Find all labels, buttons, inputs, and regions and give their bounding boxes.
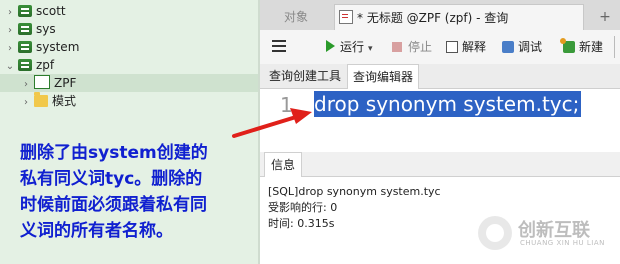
debug-button[interactable]: 调试 — [502, 37, 542, 57]
annotation-line: 义词的所有者名称。 — [20, 221, 173, 241]
tab-info[interactable]: 信息 — [264, 152, 303, 177]
watermark-logo-icon — [478, 216, 512, 250]
annotation-text: 删除了由system创建的 私有同义词tyc。删除的 时候前面必须跟着私有同 义… — [20, 140, 260, 244]
tree-item-zpf[interactable]: ⌄ zpf — [4, 56, 54, 74]
annotation-line: 删除了由system创建的 — [20, 143, 208, 163]
selected-sql-text[interactable]: drop synonym system.tyc; — [314, 91, 582, 117]
database-icon — [18, 23, 32, 35]
tab-objects[interactable]: 对象 — [260, 4, 332, 30]
tab-query-label: * 无标题 @ZPF (zpf) - 查询 — [357, 11, 509, 25]
debug-icon — [502, 41, 514, 53]
tree-item-system[interactable]: › system — [4, 38, 79, 56]
tree-item-label: ZPF — [54, 76, 77, 90]
sql-editor[interactable]: 1 drop synonym system.tyc; — [260, 89, 620, 152]
tab-query-builder[interactable]: 查询创建工具 — [264, 64, 346, 88]
run-label: 运行 — [340, 40, 365, 54]
hamburger-icon — [272, 50, 286, 52]
navigator-tree: › scott › sys › system ⌄ zpf › ZPF › 模式 删除了由sy… — [0, 0, 258, 264]
tree-item-zpf-schema[interactable]: › ZPF — [20, 74, 76, 92]
explain-button[interactable]: 解释 — [446, 37, 486, 57]
annotation-line: 私有同义词tyc。删除的 — [20, 169, 203, 189]
result-tabs: 信息 — [260, 152, 620, 177]
watermark-en: CHUANG XIN HU LIAN — [520, 239, 605, 247]
new-tab-button[interactable]: + — [590, 4, 620, 30]
chevron-down-icon[interactable]: ⌄ — [4, 58, 16, 76]
tab-query[interactable]: * 无标题 @ZPF (zpf) - 查询 — [334, 4, 584, 30]
tab-query-editor[interactable]: 查询编辑器 — [347, 64, 420, 89]
schema-icon — [34, 75, 50, 89]
tree-item-sys[interactable]: › sys — [4, 20, 56, 38]
tree-item-label: 模式 — [52, 94, 77, 108]
hamburger-icon — [272, 45, 286, 47]
database-icon — [18, 59, 32, 71]
database-icon — [18, 5, 32, 17]
stop-button[interactable]: 停止 — [392, 37, 432, 57]
explain-icon — [446, 41, 458, 53]
toolbar-divider — [614, 36, 615, 58]
play-icon — [326, 40, 335, 52]
explain-label: 解释 — [462, 40, 487, 54]
tree-item-label: system — [36, 40, 80, 54]
query-icon — [339, 10, 353, 24]
tree-item-label: sys — [36, 22, 56, 36]
query-toolbar: 运行 ▾ 停止 解释 调试 新建 — [260, 30, 620, 64]
run-button[interactable]: 运行 ▾ — [326, 37, 373, 57]
tree-item-scott[interactable]: › scott — [4, 2, 66, 20]
stop-icon — [392, 42, 402, 52]
editor-subtabs: 查询创建工具 查询编辑器 — [260, 64, 620, 89]
tree-item-label: zpf — [36, 58, 55, 72]
chevron-right-icon[interactable]: › — [20, 94, 32, 112]
info-message: 时间: 0.315s — [268, 217, 335, 230]
tree-item-schemas[interactable]: › 模式 — [20, 92, 76, 110]
info-message: 受影响的行: 0 — [268, 201, 338, 214]
debug-label: 调试 — [518, 40, 543, 54]
tree-item-label: scott — [36, 4, 66, 18]
menu-button[interactable] — [272, 37, 290, 57]
annotation-line: 时候前面必须跟着私有同 — [20, 195, 207, 215]
database-icon — [18, 41, 32, 53]
info-message: [SQL]drop synonym system.tyc — [268, 185, 441, 198]
tab-bar: 对象 * 无标题 @ZPF (zpf) - 查询 + — [260, 0, 620, 30]
hamburger-icon — [272, 40, 286, 42]
folder-icon — [34, 92, 48, 107]
line-number: 1 — [280, 93, 293, 117]
new-label: 新建 — [579, 40, 604, 54]
dropdown-arrow-icon[interactable]: ▾ — [368, 44, 373, 54]
new-query-icon — [560, 38, 575, 53]
stop-label: 停止 — [408, 40, 433, 54]
new-button[interactable]: 新建 — [560, 37, 604, 57]
